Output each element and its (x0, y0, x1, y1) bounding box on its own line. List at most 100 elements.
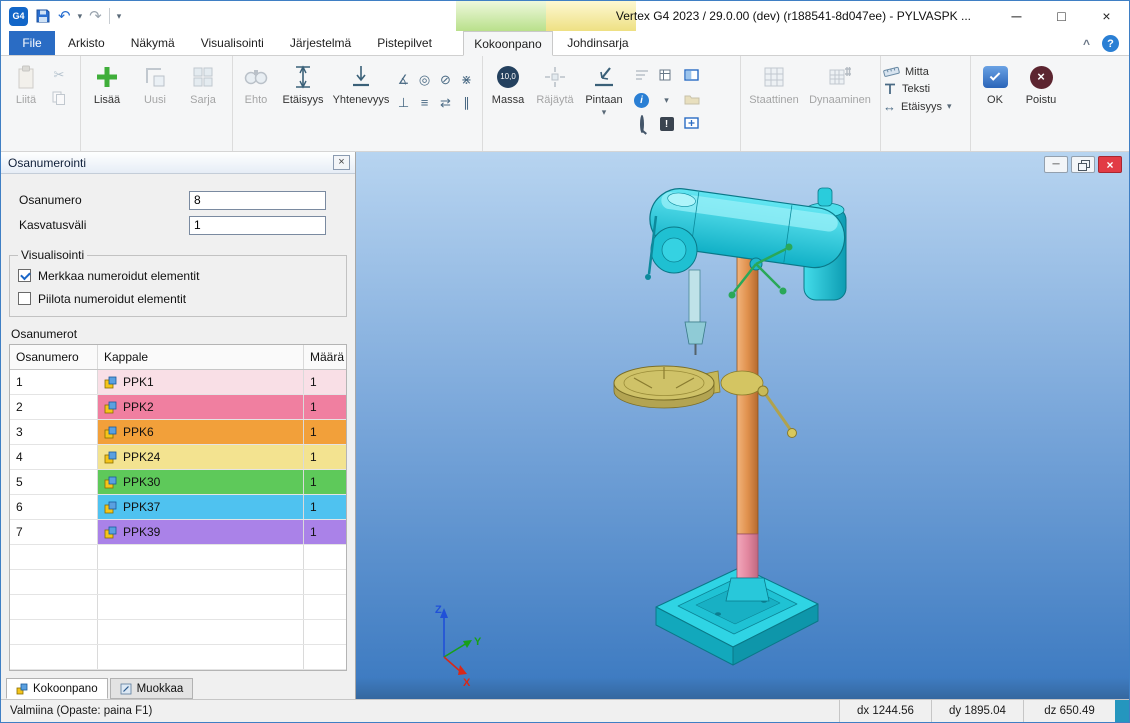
minimize-button[interactable]: ─ (994, 1, 1039, 31)
row-part-cell[interactable]: PPK24 (98, 445, 304, 469)
collapse-ribbon-button[interactable]: ^ (1083, 37, 1090, 51)
to-surface-button[interactable]: Pintaan ▾ (579, 59, 629, 117)
tab-pistepilvet[interactable]: Pistepilvet (364, 31, 445, 55)
table-row-empty (10, 595, 346, 620)
save-button[interactable] (35, 8, 51, 24)
close-button[interactable]: × (1084, 1, 1129, 31)
redo-button[interactable]: ↷ (89, 9, 102, 24)
piilota-checkbox-box[interactable] (18, 292, 31, 305)
status-dx: dx 1244.56 (839, 700, 931, 722)
dynamic-collision-button[interactable]: Dynaaminen (805, 59, 875, 107)
window-new-icon[interactable] (684, 117, 700, 132)
info-icon[interactable]: i (634, 93, 649, 108)
row-part-cell[interactable]: PPK37 (98, 495, 304, 519)
table-row[interactable]: 1 PPK1 1 (10, 370, 346, 395)
column-header-maara[interactable]: Määrä (304, 345, 346, 369)
panel-tab-muokkaa[interactable]: Muokkaa (110, 678, 194, 699)
add-part-button[interactable]: Lisää (83, 59, 131, 107)
alert-icon[interactable]: ! (660, 117, 674, 131)
info-dropdown-icon[interactable]: ▾ (664, 95, 669, 106)
table-row-empty (10, 670, 346, 671)
tools-small-icons: i ▾ ! (629, 59, 704, 136)
parallel-constraint-icon[interactable]: ∥ (456, 91, 477, 114)
osanumero-field-label: Osanumero (11, 193, 189, 207)
exit-button[interactable]: × Poistu (1017, 59, 1065, 107)
to-surface-dropdown-icon[interactable]: ▾ (602, 107, 607, 117)
column-header-kappale[interactable]: Kappale (98, 345, 304, 369)
customize-toolbar-button[interactable]: ▾ (117, 11, 122, 22)
tab-nakyma[interactable]: Näkymä (118, 31, 188, 55)
viewport-close-button[interactable]: × (1098, 156, 1122, 173)
viewport-minimize-button[interactable]: ─ (1044, 156, 1068, 173)
mass-button[interactable]: 10,0 Massa (485, 59, 531, 107)
viewport-restore-button[interactable] (1071, 156, 1095, 173)
table-row[interactable]: 2 PPK2 1 (10, 395, 346, 420)
row-part-cell[interactable]: PPK30 (98, 470, 304, 494)
window-controls: ─ □ × (994, 1, 1129, 31)
table-row[interactable]: 3 PPK6 1 (10, 420, 346, 445)
osanumero-input[interactable] (189, 191, 326, 210)
tab-johdinsarja[interactable]: Johdinsarja (553, 31, 643, 55)
panel-tab-kokoonpano[interactable]: Kokoonpano (6, 678, 108, 699)
checkbox-piilota[interactable]: Piilota numeroidut elementit (18, 287, 338, 310)
checkbox-merkkaa[interactable]: Merkkaa numeroidut elementit (18, 264, 338, 287)
table-row[interactable]: 6 PPK37 1 (10, 495, 346, 520)
swap-constraint-icon[interactable]: ⇄ (435, 91, 456, 114)
measure-distance-button[interactable]: ↔ Etäisyys ▾ (883, 99, 952, 114)
tangent-constraint-icon[interactable]: ⊘ (435, 68, 456, 91)
cut-icon[interactable]: ✂ (49, 66, 69, 84)
sort-icon[interactable] (635, 69, 649, 84)
dimension-text-button[interactable]: Teksti (883, 82, 952, 95)
kokoonpano-tab-accent (456, 1, 546, 31)
row-part-cell[interactable]: PPK6 (98, 420, 304, 444)
row-part-cell[interactable]: PPK2 (98, 395, 304, 419)
coincidence-button[interactable]: Yhtenevyys (329, 59, 393, 107)
parallel-lines-constraint-icon[interactable]: ≡ (414, 91, 435, 114)
row-part-cell[interactable]: PPK1 (98, 370, 304, 394)
table-dropdown-icon[interactable] (659, 69, 675, 84)
viewport-3d[interactable]: ─ × (356, 152, 1129, 699)
perpendicular-constraint-icon[interactable]: ⊥ (393, 91, 414, 114)
column-header-osanumero[interactable]: Osanumero (10, 345, 98, 369)
angle-constraint-icon[interactable]: ∡ (393, 68, 414, 91)
folder-icon[interactable] (684, 93, 700, 108)
pattern-constraint-icon[interactable]: ⋇ (456, 68, 477, 91)
row-part-cell[interactable]: PPK39 (98, 520, 304, 544)
resize-grip[interactable] (1115, 700, 1129, 722)
tab-jarjestelma[interactable]: Järjestelmä (277, 31, 364, 55)
status-message: Valmiina (Opaste: paina F1) (1, 705, 839, 717)
paste-button[interactable]: Liitä (3, 59, 49, 107)
window-split-icon[interactable] (684, 69, 700, 84)
ok-button[interactable]: OK (973, 59, 1017, 107)
tab-arkisto[interactable]: Arkisto (55, 31, 118, 55)
undo-dropdown-icon[interactable]: ▾ (78, 11, 83, 22)
maximize-button[interactable]: □ (1039, 1, 1084, 31)
table-row[interactable]: 7 PPK39 1 (10, 520, 346, 545)
tab-file[interactable]: File (9, 31, 55, 55)
merkkaa-checkbox-box[interactable] (18, 269, 31, 282)
kasvatusvali-input[interactable] (189, 216, 326, 235)
tab-kokoonpano[interactable]: Kokoonpano (463, 31, 553, 56)
table-row[interactable]: 4 PPK24 1 (10, 445, 346, 470)
static-collision-button[interactable]: Staattinen (743, 59, 805, 107)
panel-header[interactable]: Osanumerointi × (1, 152, 355, 174)
drill-table[interactable] (614, 366, 797, 438)
table-row[interactable]: 5 PPK30 1 (10, 470, 346, 495)
concentric-constraint-icon[interactable]: ◎ (414, 68, 435, 91)
measure-distance-dropdown-icon[interactable]: ▾ (947, 101, 952, 112)
undo-button[interactable]: ↶ (58, 9, 71, 24)
series-button[interactable]: Sarja (179, 59, 227, 107)
measure-button[interactable]: Mitta (883, 65, 952, 78)
condition-button[interactable]: Ehto (235, 59, 277, 107)
new-part-button[interactable]: Uusi (131, 59, 179, 107)
magnifier-icon[interactable] (640, 117, 644, 131)
help-button[interactable]: ? (1102, 35, 1119, 52)
explode-button[interactable]: Räjäytä (531, 59, 579, 107)
row-qty-cell: 1 (304, 370, 346, 394)
tab-visualisointi[interactable]: Visualisointi (188, 31, 277, 55)
panel-close-button[interactable]: × (333, 155, 350, 170)
distance-constraint-button[interactable]: Etäisyys (277, 59, 329, 107)
app-logo-icon[interactable]: G4 (9, 7, 28, 26)
copy-icon[interactable] (49, 89, 69, 107)
drill-column[interactable] (726, 252, 769, 602)
